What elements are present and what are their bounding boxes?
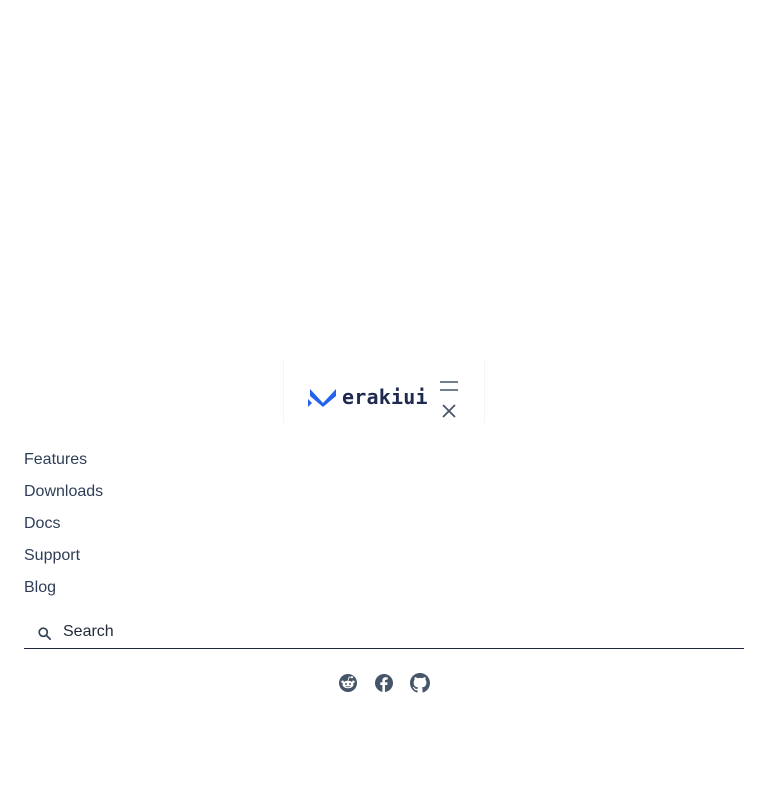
facebook-link[interactable] [374, 673, 394, 693]
nav-link-features[interactable]: Features [24, 448, 103, 480]
github-icon [410, 673, 430, 693]
github-link[interactable] [410, 673, 430, 693]
facebook-icon [375, 674, 393, 692]
search-input[interactable] [63, 620, 723, 644]
nav-link-blog[interactable]: Blog [24, 576, 103, 608]
nav-link-downloads[interactable]: Downloads [24, 480, 103, 512]
nav-link-support[interactable]: Support [24, 544, 103, 576]
nav-link-docs[interactable]: Docs [24, 512, 103, 544]
search-field [24, 616, 744, 649]
hamburger-icon [440, 381, 458, 391]
logo-mark-icon [308, 389, 336, 407]
social-links [338, 673, 430, 693]
reddit-link[interactable] [338, 673, 358, 693]
mobile-nav: Features Downloads Docs Support Blog [24, 448, 103, 608]
mobile-header: erakiui [283, 359, 485, 423]
reddit-icon [339, 674, 357, 692]
brand-name: erakiui [342, 385, 428, 409]
menu-toggle-button[interactable] [440, 381, 458, 421]
brand-logo[interactable]: erakiui [308, 385, 428, 409]
search-icon [38, 627, 51, 640]
close-icon [442, 404, 456, 418]
